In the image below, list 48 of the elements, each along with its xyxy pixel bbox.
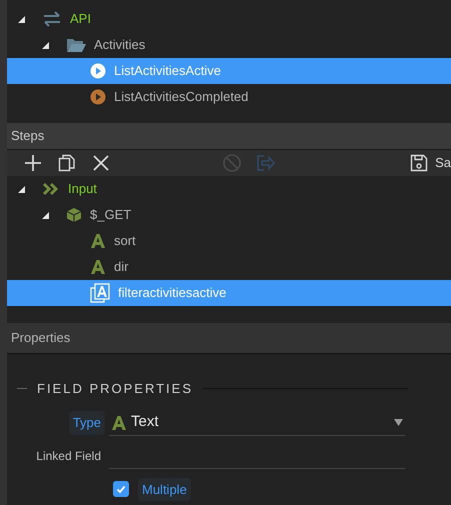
play-circle-icon: [90, 89, 106, 105]
tree-item-label: filteractivitiesactive: [118, 284, 226, 302]
tree-item-label: Input: [68, 180, 97, 198]
save-button[interactable]: Sa: [409, 152, 451, 174]
tree-item[interactable]: sort: [7, 228, 451, 254]
checkmark-icon: [116, 484, 126, 494]
tree-item-label: $_GET: [90, 206, 132, 224]
tree-item[interactable]: Input: [7, 176, 451, 202]
tree-item[interactable]: Activities: [7, 32, 451, 58]
tree-item[interactable]: ListActivitiesCompleted: [7, 84, 451, 110]
tree-item-label: dir: [114, 258, 128, 276]
letter-icon: [111, 414, 127, 430]
dropdown-caret-icon: [394, 419, 403, 426]
type-select[interactable]: Text: [109, 410, 405, 436]
expand-triangle-icon[interactable]: [18, 16, 25, 22]
export-icon: [256, 153, 276, 173]
tree-item[interactable]: API: [7, 6, 451, 32]
stacked-letter-icon: [90, 283, 110, 303]
panel-title: Steps: [11, 127, 44, 146]
two-arrows-icon: [42, 11, 62, 27]
tree-item-label: Activities: [94, 36, 146, 54]
expand-triangle-icon[interactable]: [42, 42, 49, 48]
copy-button[interactable]: [57, 152, 77, 174]
tree-item-label: ListActivitiesActive: [114, 62, 221, 80]
folder-icon: [66, 37, 86, 53]
close-icon: [91, 153, 111, 173]
tree-item[interactable]: $_GET: [7, 202, 451, 228]
field-label: Type: [68, 411, 105, 435]
double-chevron-icon: [42, 182, 60, 196]
checkbox-label: Multiple: [138, 478, 191, 501]
prohibited-icon: [222, 153, 242, 173]
add-button[interactable]: [23, 152, 43, 174]
expand-triangle-icon[interactable]: [42, 212, 49, 218]
play-circle-icon: [90, 63, 106, 79]
box-icon: [66, 207, 82, 223]
section-heading: FIELD PROPERTIES: [37, 380, 194, 398]
expand-triangle-icon[interactable]: [18, 186, 25, 192]
tree-item-label: ListActivitiesCompleted: [114, 88, 248, 106]
letter-icon: [90, 233, 106, 249]
tree-item[interactable]: dir: [7, 254, 451, 280]
tree-item-label: sort: [114, 232, 136, 250]
plus-icon: [23, 153, 43, 173]
checkbox[interactable]: [113, 481, 129, 498]
field-label: Linked Field: [36, 448, 101, 465]
tree-item-label: API: [70, 10, 91, 28]
letter-icon: [90, 259, 106, 275]
panel-title: Properties: [11, 329, 70, 348]
copy-icon: [57, 153, 77, 173]
